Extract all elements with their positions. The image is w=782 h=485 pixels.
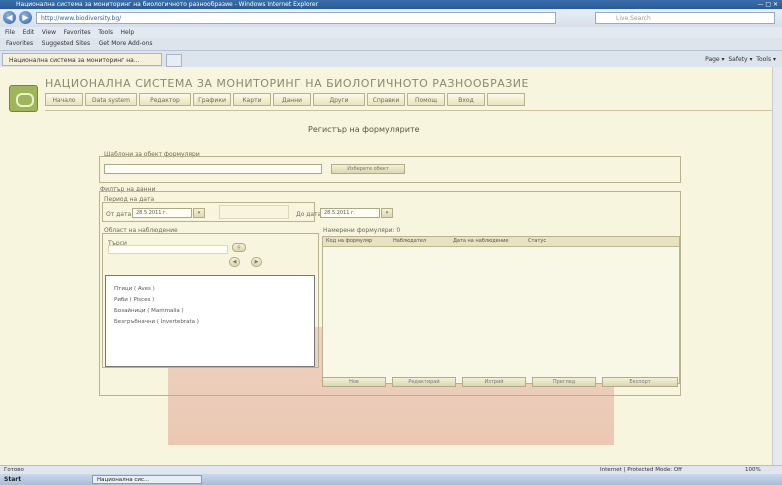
grid-header: Код на формуляр Наблюдател Дата на наблю… [323,237,679,247]
date-separator [219,205,289,219]
date-from-calendar-button[interactable]: ▾ [193,208,205,218]
list-item[interactable]: Риби ( Pisces ) [114,297,154,303]
date-to-label: До дата [296,211,322,218]
list-item[interactable]: Безгръбначни ( Invertebrata ) [114,319,199,325]
object-select[interactable] [104,164,322,174]
arrow-right-icon[interactable]: ▶ [251,257,262,267]
site-title: НАЦИОНАЛНА СИСТЕМА ЗА МОНИТОРИНГ НА БИОЛ… [45,77,529,90]
site-logo[interactable] [9,85,38,112]
address-input[interactable]: http://www.biodiversity.bg/ [36,12,556,24]
nav-item-reports[interactable]: Справки [367,93,405,106]
favorites-bar: Favorites Suggested Sites Get More Add-o… [0,38,782,51]
export-button[interactable]: Експорт [602,377,678,387]
preview-button[interactable]: Преглед [532,377,596,387]
menu-file[interactable]: File [5,27,15,38]
arrow-left-icon[interactable]: ◀ [229,257,240,267]
address-row: ◀ ▶ http://www.biodiversity.bg/ Live Sea… [0,9,782,27]
search-input[interactable]: Live Search [595,12,775,24]
window-controls[interactable]: — □ ✕ [757,1,778,8]
nav-item-charts[interactable]: Графики [193,93,231,106]
delete-button[interactable]: Изтрий [462,377,526,387]
list-item[interactable]: Бозайници ( Mammalia ) [114,308,184,314]
grid-col-date[interactable]: Дата на наблюдение [453,237,508,246]
site-nav: Начало Data system Редактор Графики Карт… [45,93,535,107]
nav-item-maps[interactable]: Карти [233,93,271,106]
menu-help[interactable]: Help [121,27,135,38]
date-to-calendar-button[interactable]: ▾ [381,208,393,218]
results-label: Намерени формуляри: 0 [323,227,401,234]
list-item[interactable]: Птици ( Aves ) [114,286,155,292]
date-from-label: От дата [106,211,132,218]
new-button[interactable]: Нов [322,377,386,387]
back-button[interactable]: ◀ [3,11,16,24]
grid-col-observer[interactable]: Наблюдател [393,237,426,246]
window-title: Национална система за мониторинг на биол… [16,1,319,8]
favorites-link-addons[interactable]: Get More Add-ons [99,38,153,50]
forward-button[interactable]: ▶ [19,11,32,24]
nav-item-extra[interactable] [487,93,525,106]
new-tab-button[interactable] [166,54,182,67]
date-from-input[interactable]: 28.5.2011 г. [132,208,192,218]
menu-tools[interactable]: Tools [98,27,113,38]
nav-item-data[interactable]: Данни [273,93,311,106]
nav-item-editor[interactable]: Редактор [139,93,191,106]
menu-edit[interactable]: Edit [23,27,35,38]
date-to-input[interactable]: 28.5.2011 г. [320,208,380,218]
command-bar: Page ▾ Safety ▾ Tools ▾ [705,56,776,63]
command-tools[interactable]: Tools [756,56,771,63]
page-content: НАЦИОНАЛНА СИСТЕМА ЗА МОНИТОРИНГ НА БИОЛ… [0,67,772,465]
command-page[interactable]: Page [705,56,720,63]
nav-item-other[interactable]: Други [313,93,365,106]
command-safety[interactable]: Safety [728,56,747,63]
area-list: Птици ( Aves ) Риби ( Pisces ) Бозайници… [105,275,315,367]
nav-item-home[interactable]: Начало [45,93,83,106]
page-scrollbar[interactable] [772,67,782,465]
menu-view[interactable]: View [42,27,56,38]
nav-item-data-system[interactable]: Data system [85,93,137,106]
grid-col-status[interactable]: Статус [528,237,546,246]
results-grid: Код на формуляр Наблюдател Дата на наблю… [322,236,680,384]
os-taskbar: Start Национална сис... [0,474,782,485]
nav-item-login[interactable]: Вход [447,93,485,106]
window-title-bar: Национална система за мониторинг на биол… [0,0,782,9]
favorites-link-suggested[interactable]: Suggested Sites [42,38,90,50]
tab-row: Национална система за мониторинг на... P… [0,51,782,67]
browser-tab[interactable]: Национална система за мониторинг на... [2,53,162,66]
menu-favorites[interactable]: Favorites [64,27,91,38]
start-button[interactable]: Start [4,474,21,485]
grid-col-code[interactable]: Код на формуляр [326,237,372,246]
area-search-input[interactable] [108,245,228,254]
header-divider [45,110,772,111]
favorites-button[interactable]: Favorites [6,38,33,50]
edit-button[interactable]: Редактирай [392,377,456,387]
nav-item-help[interactable]: Помощ [407,93,445,106]
search-icon[interactable]: ⚲ [232,243,246,252]
leaf-icon [16,93,34,107]
menu-bar: File Edit View Favorites Tools Help [0,27,782,38]
taskbar-window-label: Национална сис... [97,477,150,483]
page-heading: Регистър на формулярите [308,125,420,134]
taskbar-window-button[interactable]: Национална сис... [92,475,202,484]
select-object-button[interactable]: Изберете обект [331,164,405,174]
